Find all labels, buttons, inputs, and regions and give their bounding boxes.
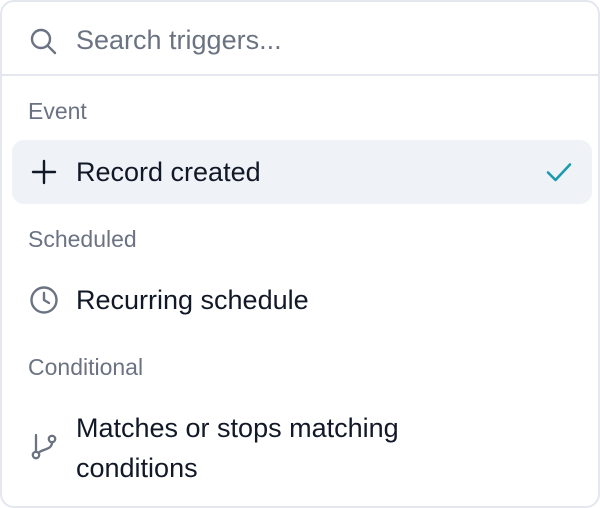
search-input[interactable] <box>76 20 556 60</box>
trigger-option-matches-conditions[interactable]: Matches or stops matching conditions <box>12 396 592 496</box>
search-bar <box>2 2 598 76</box>
branch-icon <box>31 433 57 460</box>
checkmark-icon <box>546 163 572 182</box>
clock-icon <box>30 286 58 314</box>
search-icon <box>30 28 57 55</box>
plus-icon <box>31 159 57 185</box>
trigger-picker-panel: Event Record created Scheduled Recurring… <box>0 0 600 508</box>
trigger-option-label: Matches or stops matching conditions <box>76 413 399 483</box>
trigger-option-recurring-schedule[interactable]: Recurring schedule <box>12 268 592 332</box>
group-label-event: Event <box>28 98 87 124</box>
trigger-option-label: Recurring schedule <box>76 285 309 315</box>
trigger-option-label: Record created <box>76 157 261 187</box>
group-label-conditional: Conditional <box>28 354 144 380</box>
group-label-scheduled: Scheduled <box>28 226 137 252</box>
trigger-option-record-created[interactable]: Record created <box>12 140 592 204</box>
